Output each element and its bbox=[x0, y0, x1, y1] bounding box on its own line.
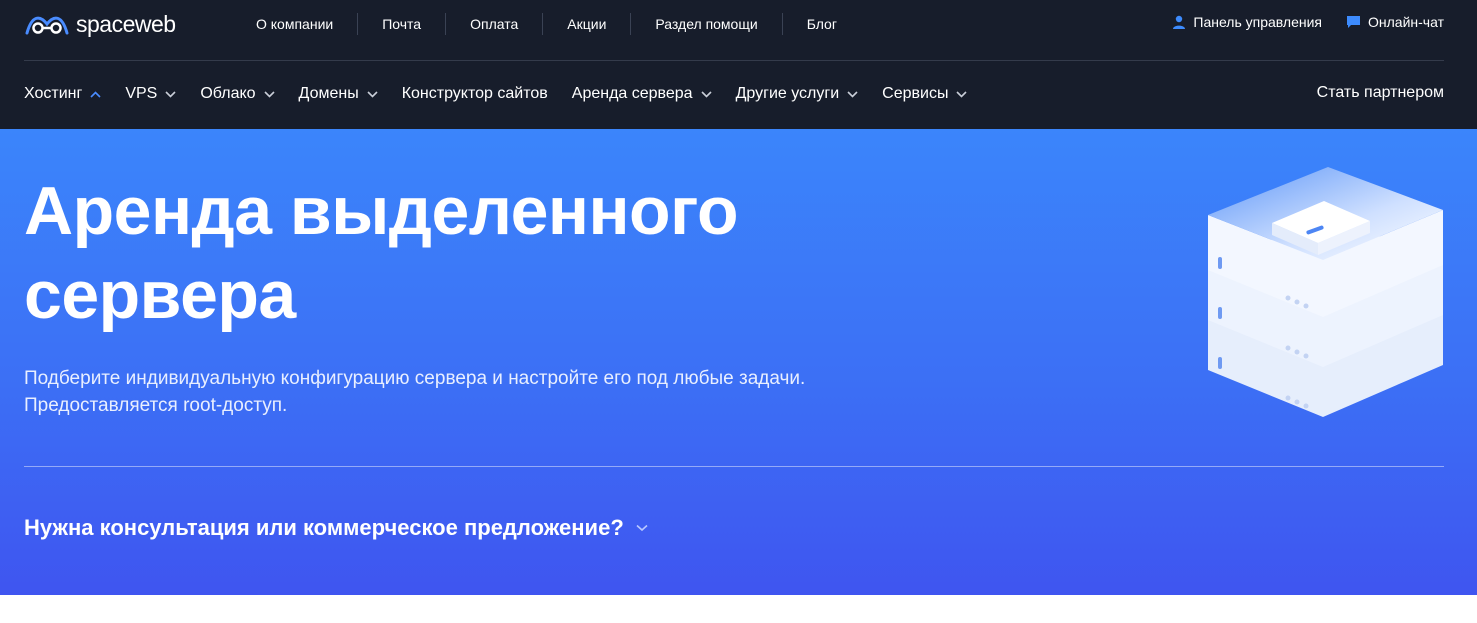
top-link-mail[interactable]: Почта bbox=[357, 13, 445, 35]
online-chat-link[interactable]: Онлайн-чат bbox=[1346, 14, 1444, 30]
top-link-help[interactable]: Раздел помощи bbox=[630, 13, 781, 35]
hero-subtitle-line-2: Предоставляется root-доступ. bbox=[24, 395, 288, 416]
chevron-down-icon bbox=[700, 90, 712, 98]
become-partner-link[interactable]: Стать партнером bbox=[1317, 84, 1444, 102]
top-actions: Панель управления Онлайн-чат bbox=[1172, 14, 1444, 30]
nav-item-label: Сервисы bbox=[882, 85, 949, 102]
spaceweb-logo-icon bbox=[25, 16, 69, 35]
nav-item-label: Домены bbox=[298, 85, 359, 102]
online-chat-label: Онлайн-чат bbox=[1368, 14, 1444, 30]
server-stack-illustration bbox=[1208, 167, 1443, 417]
chevron-down-icon bbox=[263, 90, 275, 98]
nav-item-cloud[interactable]: Облако bbox=[200, 85, 275, 103]
top-nav: О компании Почта Оплата Акции Раздел пом… bbox=[232, 0, 861, 48]
control-panel-link[interactable]: Панель управления bbox=[1172, 14, 1322, 30]
chevron-down-icon bbox=[847, 90, 858, 98]
nav-item-other-services[interactable]: Другие услуги bbox=[736, 85, 859, 103]
nav-item-label: Другие услуги bbox=[735, 85, 840, 102]
logo-text: spaceweb bbox=[76, 10, 176, 37]
nav-item-label: Конструктор сайтов bbox=[401, 85, 548, 102]
top-link-promos[interactable]: Акции bbox=[542, 13, 630, 35]
top-link-about[interactable]: О компании bbox=[232, 13, 357, 35]
page-title-line-2: сервера bbox=[24, 257, 296, 333]
top-link-blog[interactable]: Блог bbox=[781, 13, 861, 35]
chevron-down-icon bbox=[636, 524, 648, 532]
control-panel-label: Панель управления bbox=[1193, 14, 1323, 30]
hero-section: Аренда выделенного сервера Подберите инд… bbox=[0, 129, 1477, 595]
nav-item-label: VPS bbox=[125, 85, 158, 102]
page-title: Аренда выделенного сервера bbox=[24, 169, 924, 337]
chevron-down-icon bbox=[956, 90, 968, 98]
user-icon bbox=[1173, 15, 1186, 29]
main-nav: Хостинг VPS Облако Домены Конструктор са… bbox=[24, 80, 991, 108]
nav-item-label: Аренда сервера bbox=[571, 85, 693, 102]
chevron-down-icon bbox=[165, 90, 176, 98]
nav-item-label: Хостинг bbox=[24, 85, 83, 102]
chat-icon bbox=[1347, 16, 1361, 28]
nav-item-label: Облако bbox=[200, 85, 256, 102]
logo[interactable]: spaceweb bbox=[24, 9, 176, 39]
nav-item-services[interactable]: Сервисы bbox=[882, 85, 968, 103]
page-title-line-1: Аренда выделенного bbox=[24, 173, 739, 249]
hero-subtitle: Подберите индивидуальную конфигурацию се… bbox=[24, 365, 924, 419]
nav-item-site-builder[interactable]: Конструктор сайтов bbox=[402, 85, 548, 103]
chevron-down-icon bbox=[367, 90, 378, 98]
consultation-toggle[interactable]: Нужна консультация или коммерческое пред… bbox=[24, 515, 648, 541]
nav-item-hosting[interactable]: Хостинг bbox=[24, 85, 101, 103]
nav-item-server-rental[interactable]: Аренда сервера bbox=[572, 85, 712, 103]
nav-item-domains[interactable]: Домены bbox=[299, 85, 378, 103]
top-link-payment[interactable]: Оплата bbox=[445, 13, 542, 35]
chevron-up-icon bbox=[90, 90, 101, 98]
nav-item-vps[interactable]: VPS bbox=[125, 85, 176, 103]
consultation-label: Нужна консультация или коммерческое пред… bbox=[24, 515, 624, 540]
hero-subtitle-line-1: Подберите индивидуальную конфигурацию се… bbox=[24, 368, 806, 389]
header-divider bbox=[24, 60, 1444, 61]
hero-divider bbox=[24, 466, 1444, 467]
site-header: spaceweb О компании Почта Оплата Акции Р… bbox=[0, 0, 1477, 129]
